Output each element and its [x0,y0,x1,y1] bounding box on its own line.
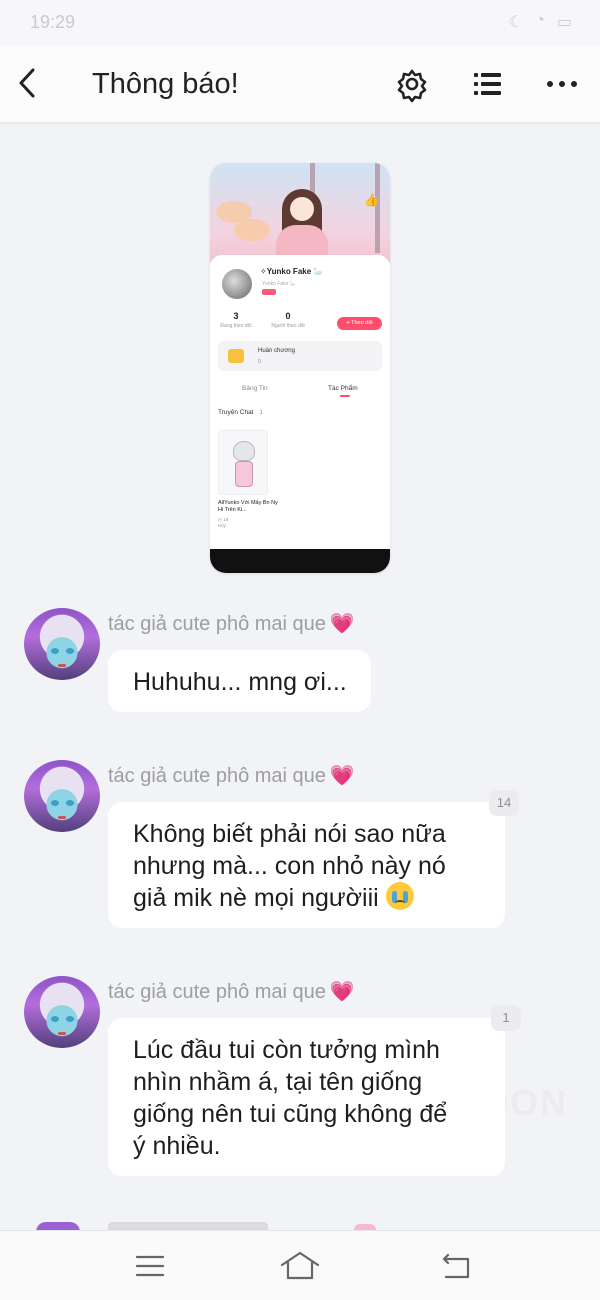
heart-icon: 💗 [329,765,355,787]
profile-username: ✧Yunko Fake 🦢 [260,267,324,276]
sender-name[interactable]: tác giả cute phô mai que 💗 [108,611,355,636]
message-line-text: giả mik nè mọi ngườiii [133,884,379,912]
list-button[interactable] [467,64,507,104]
section-title: Truyện Chat 1 [218,409,263,416]
medal-count: 0 [258,359,261,365]
sender-name-text: tác giả cute phô mai que [108,613,326,635]
recent-apps-button[interactable] [128,1249,172,1283]
sender-avatar[interactable] [24,976,100,1048]
character-face [290,197,314,221]
shared-profile-screenshot[interactable]: 👍 ✧Yunko Fake 🦢 Yunko Fake 🦢 3 Đang theo… [210,163,390,573]
settings-button[interactable] [392,64,432,104]
status-bar: 19:29 ☾ ◔ ▭ [0,0,600,46]
follow-button: + Theo dõi [337,317,382,330]
list-icon [474,73,501,95]
story-status: Hủy [218,523,227,528]
more-dots-icon [547,81,577,87]
medal-label: Huân chương [258,348,295,354]
avatar-mouth [58,816,66,819]
followers-label: Người theo dõi [271,323,305,329]
sender-name[interactable]: tác giả cute phô mai que 💗 [108,763,355,788]
sender-name[interactable]: tác giả cute phô mai que 💗 [108,979,355,1004]
profile-panel: ✧Yunko Fake 🦢 Yunko Fake 🦢 3 Đang theo d… [210,255,390,551]
profile-avatar [222,269,252,299]
cat-character-body [235,461,253,487]
screenshot-nav-bar [210,549,390,573]
read-count-badge: 1 [491,1005,521,1031]
story-thumbnail [218,430,268,495]
level-badge [262,289,276,295]
app-header: Thông báo! [0,46,600,122]
story-views-count: 18 [223,517,229,522]
avatar-eye [66,1016,74,1022]
back-arrow-icon [442,1253,470,1279]
message-bubble[interactable]: Không biết phải nói sao nữa nhưng mà... … [108,802,505,928]
avatar-mouth [58,1032,66,1035]
status-time: 19:29 [30,12,76,32]
message-line: giả mik nè mọi ngườiii [133,882,481,914]
message-line: giống nên tui cũng không để [133,1100,448,1128]
avatar-eye [51,648,59,654]
menu-icon [135,1255,165,1277]
home-button[interactable] [278,1249,322,1283]
page-title: Thông báo! [92,68,239,100]
cat-character-head [233,441,255,461]
heart-icon: 💗 [329,981,355,1003]
avatar-eye [66,800,74,806]
following-count: 3 [233,311,239,321]
avatar-eye [66,648,74,654]
message-text: Huhuhu... mng ơi... [133,668,347,696]
medal-row: Huân chương 0 [218,341,382,371]
section-title-text: Truyện Chat [218,409,254,416]
profile-username-sub: Yunko Fake 🦢 [262,281,297,287]
following-stat: 3 Đang theo dõi [214,311,258,329]
wifi-icon: ◔ [535,12,545,29]
avatar-mouth [58,664,66,667]
avatar-eye [51,800,59,806]
sender-name-text: tác giả cute phô mai que [108,765,326,787]
sender-avatar[interactable] [24,608,100,680]
medal-icon [228,349,244,363]
message-line: ý nhiều. [133,1132,221,1160]
more-button[interactable] [542,64,582,104]
followers-count: 0 [285,311,291,321]
like-icon: 👍 [364,193,379,207]
cloud-decoration [234,219,270,241]
active-tab-indicator [340,395,350,397]
battery-icon: ▭ [556,14,572,31]
heart-icon: 💗 [329,613,355,635]
followers-stat: 0 Người theo dõi [266,311,310,329]
message-line: Không biết phải nói sao nữa [133,820,446,848]
tab-works: Tác Phẩm [328,385,358,392]
message-line: nhưng mà... con nhỏ này nó [133,852,446,880]
back-button[interactable] [14,66,44,100]
system-nav-bar [0,1230,600,1300]
moon-icon: ☾ [508,14,524,31]
gear-icon [397,69,427,103]
loudly-crying-face-icon [385,882,414,910]
profile-cover-image: 👍 [210,163,390,265]
system-back-button[interactable] [434,1249,478,1283]
story-title: AllYunko Với Mấy Bn Ny Hi Trên Ki... [218,500,278,513]
read-count-badge: 14 [489,790,519,816]
section-count: 1 [259,409,263,416]
message-line: nhìn nhầm á, tại tên giống [133,1068,423,1096]
home-icon [280,1251,320,1280]
message-line: Lúc đầu tui còn tưởng mình [133,1036,440,1064]
sender-name-partial [108,1222,268,1230]
sender-avatar[interactable] [24,760,100,832]
message-bubble[interactable]: Huhuhu... mng ơi... [108,650,371,712]
following-label: Đang theo dõi [220,323,252,329]
status-icons: ☾ ◔ ▭ [509,12,572,32]
sender-name-text: tác giả cute phô mai que [108,981,326,1003]
avatar-eye [51,1016,59,1022]
tab-news: Bảng Tin [242,385,268,392]
chevron-left-icon [19,68,35,98]
message-bubble[interactable]: Lúc đầu tui còn tưởng mình nhìn nhầm á, … [108,1018,505,1176]
